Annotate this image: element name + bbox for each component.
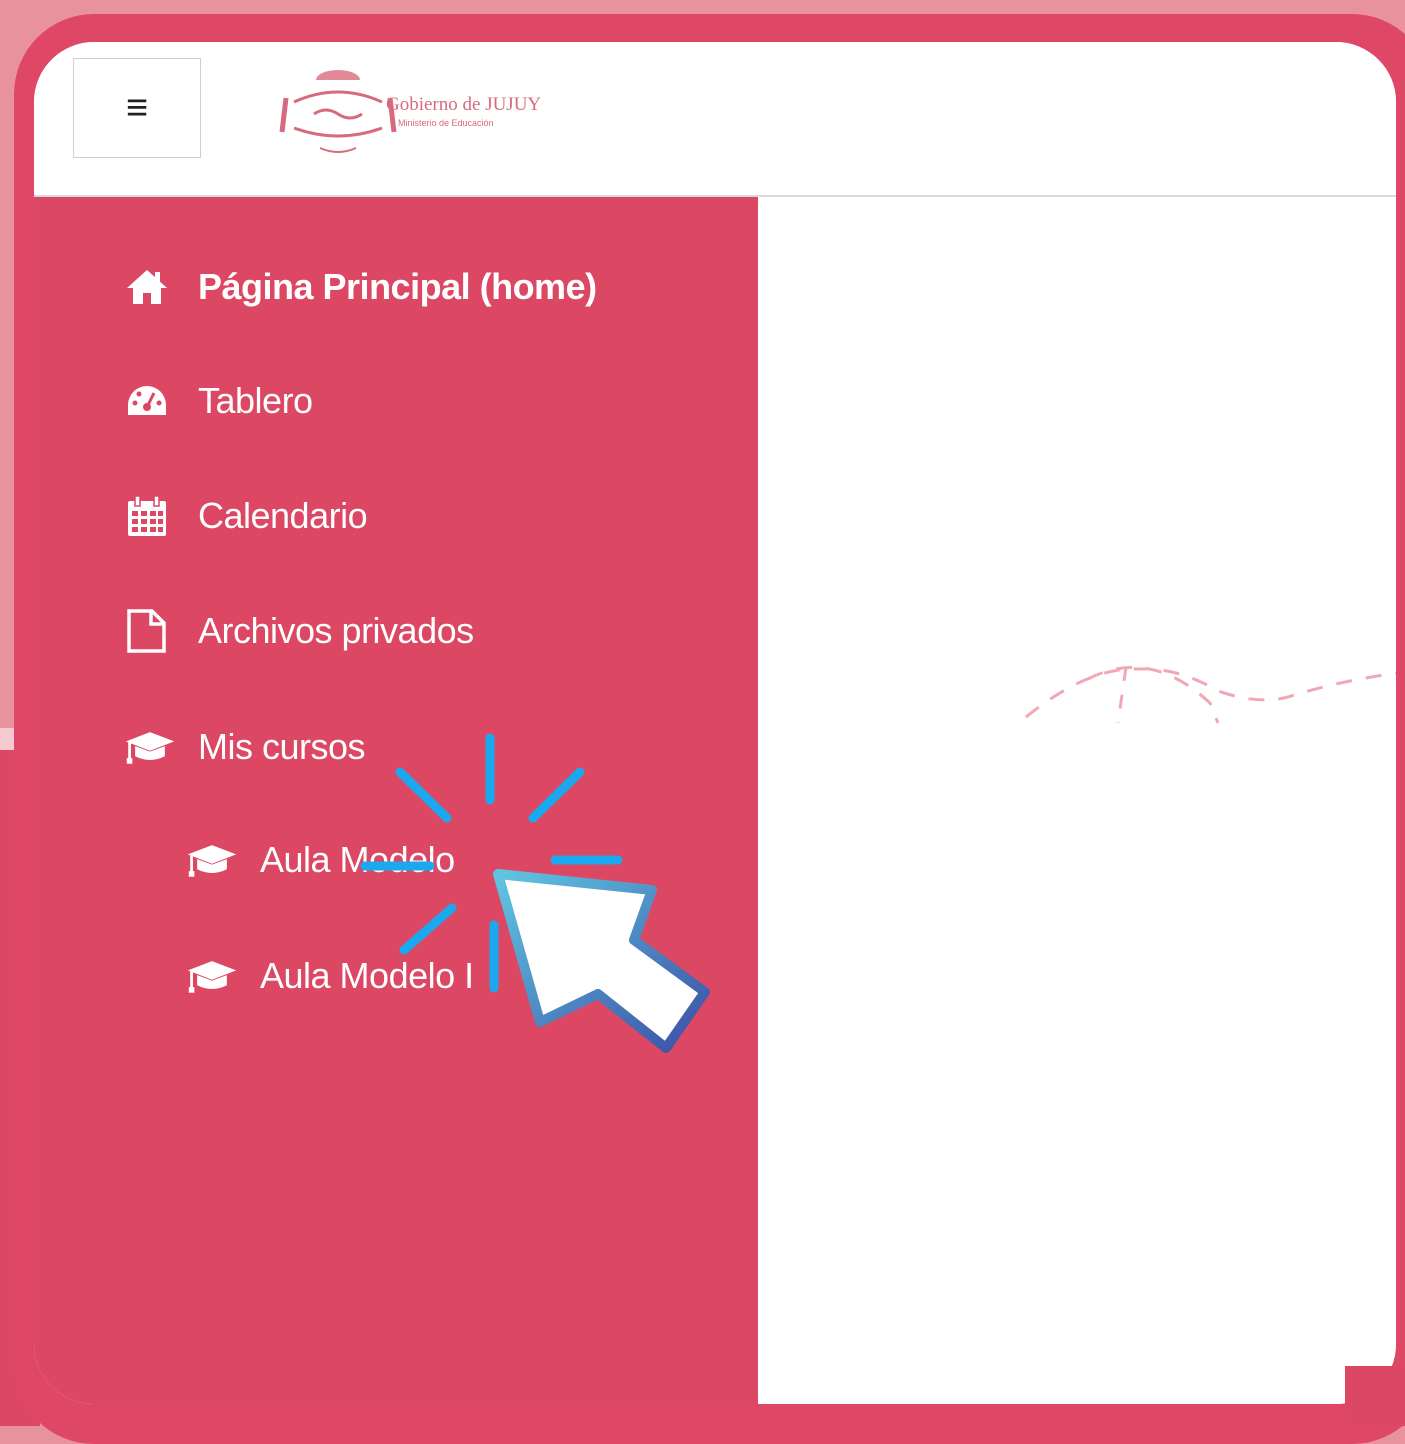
sidebar-item-archivos[interactable]: Archivos privados	[124, 608, 474, 654]
menu-toggle-button[interactable]: ≡	[73, 58, 201, 158]
sidebar-item-home[interactable]: Página Principal (home)	[124, 264, 597, 310]
sidebar-item-mis-cursos[interactable]: Mis cursos	[124, 724, 366, 770]
file-icon	[124, 608, 176, 654]
hamburger-icon: ≡	[125, 86, 149, 129]
logo-title: Gobierno de JUJUY	[386, 94, 542, 115]
background-corner	[1345, 1366, 1405, 1426]
sidebar-item-label: Calendario	[198, 495, 368, 536]
sidebar-item-tablero[interactable]: Tablero	[124, 378, 313, 424]
graduation-cap-icon	[186, 837, 238, 883]
sidebar-item-calendario[interactable]: Calendario	[124, 493, 368, 539]
home-icon	[124, 264, 176, 310]
dashboard-icon	[124, 378, 176, 424]
sidebar-item-label: Tablero	[198, 380, 313, 421]
course-item-aula-modelo-i[interactable]: Aula Modelo I	[186, 953, 474, 999]
app-window: ≡ Gobierno de JUJUY Ministerio de Educac…	[34, 42, 1396, 1404]
sidebar-item-label: Mis cursos	[198, 726, 366, 767]
logo-subtitle: Ministerio de Educación	[398, 118, 494, 128]
top-navbar: ≡ Gobierno de JUJUY Ministerio de Educac…	[34, 42, 1396, 197]
course-item-aula-modelo[interactable]: Aula Modelo	[186, 837, 455, 883]
graduation-cap-icon	[124, 724, 176, 770]
course-item-label: Aula Modelo I	[260, 955, 474, 996]
dashed-path-decoration	[1025, 665, 1396, 724]
sidebar-item-label: Página Principal (home)	[198, 266, 597, 307]
calendar-icon	[124, 493, 176, 539]
graduation-cap-icon	[186, 953, 238, 999]
course-item-label: Aula Modelo	[260, 839, 455, 880]
sidebar-nav: Página Principal (home) Tablero Calendar…	[34, 197, 758, 1404]
main-content	[758, 197, 1396, 1404]
sidebar-item-label: Archivos privados	[198, 610, 474, 651]
